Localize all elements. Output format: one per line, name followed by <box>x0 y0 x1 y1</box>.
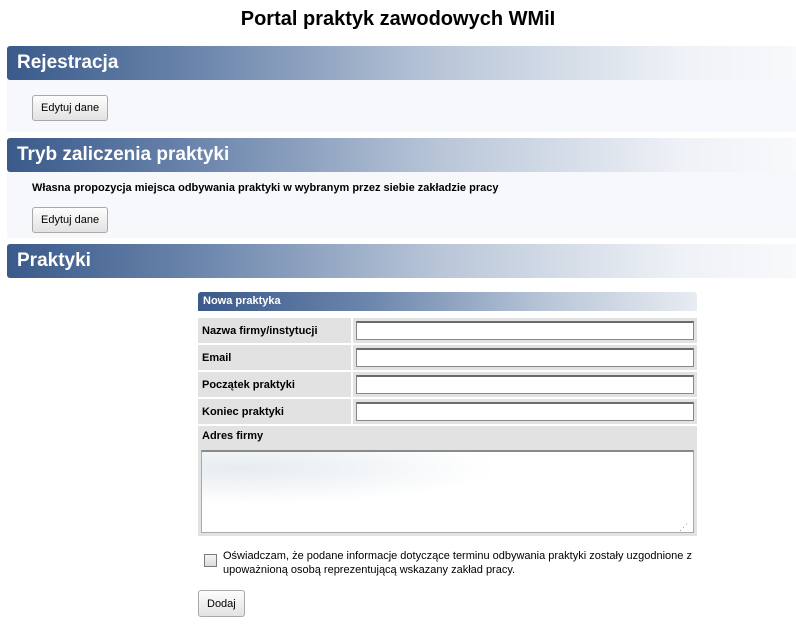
new-internship-form: Nowa praktyka Nazwa firmy/instytucji Ema… <box>198 292 697 536</box>
form-row-company-name: Nazwa firmy/instytucji <box>198 318 697 345</box>
email-input[interactable] <box>356 348 694 367</box>
form-title: Nowa praktyka <box>198 292 697 311</box>
start-date-label: Początek praktyki <box>198 372 353 399</box>
company-name-label: Nazwa firmy/instytucji <box>198 318 353 345</box>
add-internship-button[interactable]: Dodaj <box>198 590 245 617</box>
section-header-completion-mode: Tryb zaliczenia praktyki <box>7 138 796 172</box>
form-row-end-date: Koniec praktyki <box>198 399 697 426</box>
resize-grip-icon[interactable]: ⋰ <box>679 522 689 532</box>
company-address-container <box>198 447 697 536</box>
end-date-input[interactable] <box>356 402 694 421</box>
registration-edit-button[interactable]: Edytuj dane <box>32 95 109 121</box>
company-address-textarea[interactable] <box>201 450 694 533</box>
section-header-internships: Praktyki <box>7 244 796 278</box>
completion-mode-description: Własna propozycja miejsca odbywania prak… <box>32 182 499 194</box>
company-name-input[interactable] <box>356 321 694 340</box>
consent-row: Oświadczam, że podane informacje dotyczą… <box>204 549 699 577</box>
form-row-start-date: Początek praktyki <box>198 372 697 399</box>
section-header-registration: Rejestracja <box>7 46 796 80</box>
completion-mode-edit-button[interactable]: Edytuj dane <box>32 207 109 233</box>
consent-checkbox[interactable] <box>204 554 217 567</box>
company-address-label: Adres firmy <box>198 426 697 447</box>
form-row-email: Email <box>198 345 697 372</box>
consent-text: Oświadczam, że podane informacje dotyczą… <box>223 550 692 576</box>
page-title: Portal praktyk zawodowych WMiI <box>240 8 556 30</box>
end-date-label: Koniec praktyki <box>198 399 353 426</box>
section-body-registration <box>7 80 796 132</box>
email-label: Email <box>198 345 353 372</box>
start-date-input[interactable] <box>356 375 694 394</box>
